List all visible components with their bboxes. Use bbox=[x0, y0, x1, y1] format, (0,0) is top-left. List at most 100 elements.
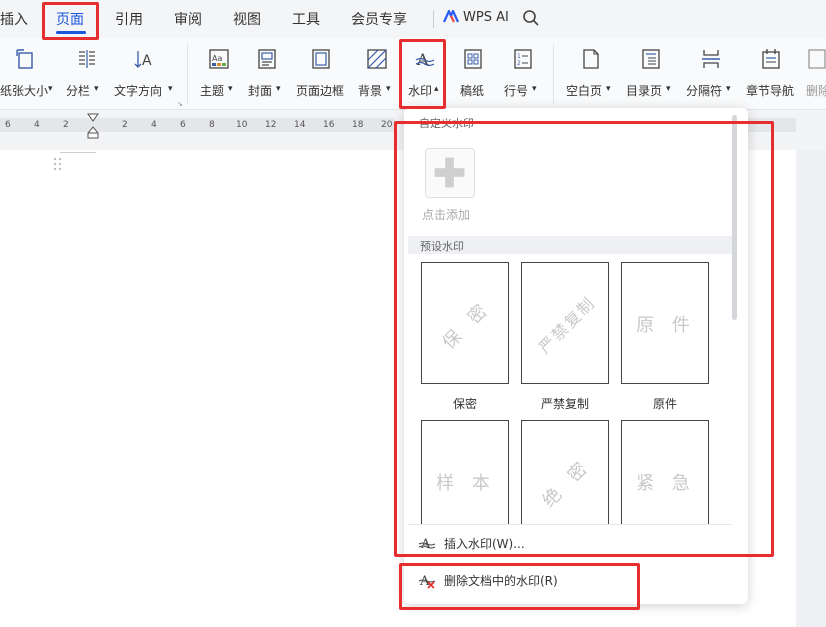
watermark-preview-text: 绝 密 bbox=[538, 454, 596, 512]
menu-divider bbox=[433, 10, 434, 28]
manuscript-icon bbox=[464, 49, 482, 69]
page-border-button[interactable]: 页面边框 bbox=[296, 38, 348, 108]
page-gutter bbox=[796, 150, 826, 627]
tab-tools[interactable]: 工具 bbox=[292, 9, 320, 29]
ruler-number: 2 bbox=[122, 120, 128, 130]
blank-page-icon bbox=[583, 49, 599, 69]
wps-ai-button[interactable]: WPS AI bbox=[443, 9, 509, 25]
text-direction-label: 文字方向 bbox=[114, 84, 163, 98]
ruler-number: 16 bbox=[323, 120, 335, 130]
ribbon-divider bbox=[553, 44, 554, 104]
ruler-number: 2 bbox=[63, 120, 69, 130]
line-number-icon: 1 2 bbox=[514, 49, 532, 69]
tab-page[interactable]: 页面 bbox=[56, 9, 84, 29]
chevron-down-icon: ▾ bbox=[48, 84, 53, 94]
theme-button[interactable]: Aa 主题 ▾ bbox=[200, 38, 238, 108]
theme-label: 主题 bbox=[200, 84, 225, 98]
insert-watermark-label: 插入水印(W)... bbox=[444, 536, 525, 551]
chevron-down-icon: ▾ bbox=[168, 84, 173, 94]
delete-icon bbox=[808, 49, 826, 69]
delete-button[interactable]: 删除 bbox=[806, 38, 826, 108]
blank-page-button[interactable]: 空白页 ▾ bbox=[566, 38, 618, 108]
watermark-preset-label: 保密 bbox=[452, 397, 477, 411]
watermark-preview-text: 原 件 bbox=[636, 315, 696, 336]
watermark-preset-urgent[interactable]: 紧 急 bbox=[621, 420, 709, 524]
line-number-label: 行号 bbox=[504, 84, 529, 98]
page-corner-mark-icon bbox=[54, 158, 61, 170]
tab-insert[interactable]: 插入 bbox=[0, 9, 28, 29]
separator-icon bbox=[702, 50, 720, 68]
indent-marker-icon[interactable] bbox=[87, 113, 99, 139]
delete-watermark-icon: A bbox=[418, 574, 436, 589]
ruler-track bbox=[0, 118, 395, 132]
ruler-number: 14 bbox=[294, 120, 306, 130]
delete-watermark-item[interactable]: A 删除文档中的水印(R) bbox=[418, 571, 558, 589]
watermark-preset-sample[interactable]: 样 本 bbox=[421, 420, 509, 524]
watermark-preset-label: 严禁复制 bbox=[540, 397, 589, 411]
columns-button[interactable]: 分栏 ▾ bbox=[66, 38, 106, 108]
watermark-preset-top-secret[interactable]: 绝 密 bbox=[521, 420, 609, 524]
watermark-preview-text: 紧 急 bbox=[636, 473, 696, 494]
chevron-down-icon: ▾ bbox=[532, 84, 537, 94]
separator-button[interactable]: 分隔符 ▾ bbox=[686, 38, 738, 108]
svg-text:Aa: Aa bbox=[212, 54, 222, 63]
chapter-nav-button[interactable]: 章节导航 bbox=[746, 38, 798, 108]
page-border-icon bbox=[312, 49, 330, 69]
chevron-down-icon: ▾ bbox=[386, 84, 391, 94]
insert-watermark-item[interactable]: A 插入水印(W)... bbox=[418, 534, 525, 552]
chevron-down-icon: ▾ bbox=[276, 84, 281, 94]
wps-ai-label: WPS AI bbox=[463, 9, 509, 25]
dialog-launcher-icon[interactable]: ↘ bbox=[177, 100, 183, 108]
dropdown-divider bbox=[408, 524, 732, 525]
chevron-up-icon: ▴ bbox=[434, 84, 439, 94]
svg-text:A: A bbox=[142, 53, 152, 69]
dropdown-scrollbar[interactable] bbox=[732, 115, 737, 320]
toc-page-button[interactable]: 目录页 ▾ bbox=[626, 38, 678, 108]
paper-size-label: 纸张大小 bbox=[0, 84, 49, 98]
search-icon[interactable] bbox=[522, 9, 540, 27]
watermark-button[interactable]: A 水印 ▴ bbox=[404, 38, 442, 108]
tab-view[interactable]: 视图 bbox=[233, 9, 261, 29]
insert-watermark-icon: A bbox=[418, 537, 436, 552]
tab-member[interactable]: 会员专享 bbox=[351, 9, 407, 29]
chevron-down-icon: ▾ bbox=[228, 84, 233, 94]
watermark-icon: A bbox=[415, 50, 435, 69]
background-label: 背景 bbox=[358, 84, 383, 98]
paper-size-icon bbox=[16, 49, 33, 69]
wps-ai-logo-icon bbox=[443, 9, 459, 23]
ruler-track-end bbox=[740, 118, 796, 132]
text-direction-button[interactable]: A 文字方向 ▾ bbox=[114, 38, 180, 108]
menu-bar: 插入 页面 引用 审阅 视图 工具 会员专享 WPS AI bbox=[0, 0, 826, 38]
line-number-button[interactable]: 1 2 行号 ▾ bbox=[504, 38, 544, 108]
ribbon-toolbar: 纸张大小 ▾ 分栏 ▾ A 文字方向 ▾ Aa 主题 ▾ 封面 ▾ 页面边框 背… bbox=[0, 38, 826, 110]
blank-page-label: 空白页 bbox=[566, 84, 603, 98]
cover-label: 封面 bbox=[248, 84, 273, 98]
delete-watermark-label: 删除文档中的水印(R) bbox=[444, 573, 558, 588]
ruler-number: 20 bbox=[381, 120, 393, 130]
watermark-preset-original[interactable]: 原 件 bbox=[621, 262, 709, 384]
columns-icon bbox=[79, 50, 95, 68]
chevron-down-icon: ▾ bbox=[94, 84, 99, 94]
tab-review[interactable]: 审阅 bbox=[174, 9, 202, 29]
cover-icon bbox=[258, 49, 276, 69]
columns-label: 分栏 bbox=[66, 84, 91, 98]
background-icon bbox=[367, 49, 387, 69]
svg-text:1: 1 bbox=[517, 53, 521, 60]
add-watermark-tile[interactable] bbox=[425, 148, 475, 198]
watermark-preset-label: 原件 bbox=[652, 397, 677, 411]
background-button[interactable]: 背景 ▾ bbox=[358, 38, 396, 108]
ruler-number: 6 bbox=[5, 120, 11, 130]
toc-page-label: 目录页 bbox=[626, 84, 663, 98]
cover-button[interactable]: 封面 ▾ bbox=[248, 38, 286, 108]
watermark-preset-confidential[interactable]: 保 密 bbox=[421, 262, 509, 384]
svg-text:2: 2 bbox=[517, 60, 521, 67]
add-watermark-label: 点击添加 bbox=[422, 208, 471, 222]
paper-size-button[interactable]: 纸张大小 ▾ bbox=[0, 38, 58, 108]
watermark-label: 水印 bbox=[408, 84, 433, 98]
delete-label: 删除 bbox=[806, 84, 826, 98]
manuscript-button[interactable]: 稿纸 bbox=[458, 38, 488, 108]
ruler-number: 6 bbox=[180, 120, 186, 130]
watermark-preset-no-copy[interactable]: 严禁复制 bbox=[521, 262, 609, 384]
tab-references[interactable]: 引用 bbox=[115, 9, 143, 29]
toc-page-icon bbox=[642, 49, 660, 69]
